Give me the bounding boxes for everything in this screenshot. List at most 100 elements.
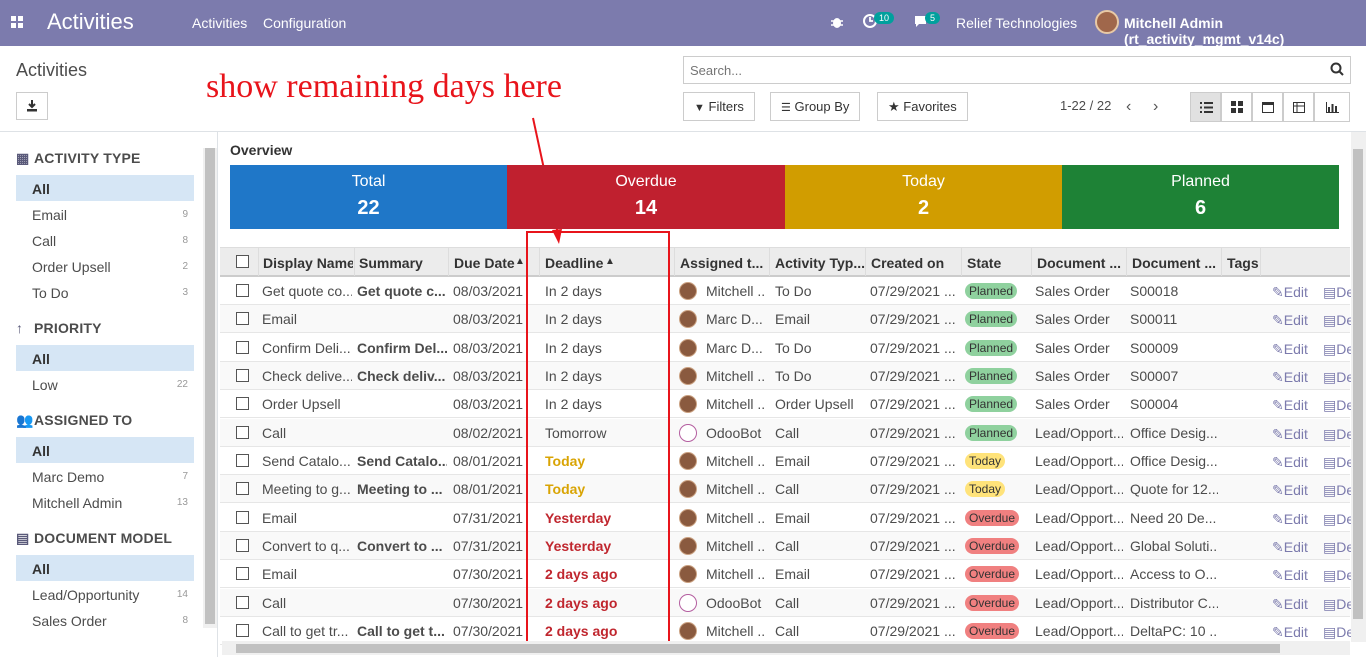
user-menu[interactable]: Mitchell Admin (rt_activity_mgmt_v14c) <box>1124 15 1366 47</box>
pivot-view-button[interactable] <box>1283 92 1314 122</box>
row-checkbox[interactable] <box>236 624 249 637</box>
table-row[interactable]: Email 07/30/2021 2 days ago Mitchell ... Ema… <box>220 560 1354 588</box>
card-overdue[interactable]: Overdue 14 <box>507 165 785 229</box>
edit-link[interactable]: ✎Edit <box>1272 482 1308 499</box>
document-link[interactable]: ▤De <box>1323 482 1354 499</box>
col-activity-type[interactable]: Activity Typ... <box>775 255 867 271</box>
edit-link[interactable]: ✎Edit <box>1272 511 1308 528</box>
table-row[interactable]: Call 08/02/2021 Tomorrow OdooBot Call 07/29/2… <box>220 419 1354 447</box>
col-created-on[interactable]: Created on <box>871 255 961 271</box>
col-document-model[interactable]: Document ... <box>1037 255 1123 271</box>
search-bar[interactable] <box>683 56 1351 84</box>
favorites-button[interactable]: ★ Favorites <box>877 92 968 121</box>
document-link[interactable]: ▤De <box>1323 312 1354 329</box>
bug-icon[interactable] <box>830 15 844 29</box>
table-row[interactable]: Email 07/31/2021 Yesterday Mitchell ... Emai… <box>220 504 1354 532</box>
col-tags[interactable]: Tags <box>1227 255 1267 271</box>
search-icon[interactable] <box>1330 62 1344 76</box>
table-row[interactable]: Send Catalo... Send Catalo... 08/01/2021 To… <box>220 447 1354 475</box>
pager-next-icon[interactable]: › <box>1153 98 1158 116</box>
menu-activities[interactable]: Activities <box>192 15 247 31</box>
table-row[interactable]: Order Upsell 08/03/2021 In 2 days Mitchell … <box>220 390 1354 418</box>
user-avatar[interactable] <box>1095 10 1119 34</box>
col-document-name[interactable]: Document ... <box>1132 255 1220 271</box>
col-state[interactable]: State <box>967 255 1027 271</box>
table-row[interactable]: Call 07/30/2021 2 days ago OdooBot Call 07/29… <box>220 589 1354 617</box>
list-horizontal-scrollbar-thumb[interactable] <box>236 644 1280 653</box>
app-name[interactable]: Activities <box>47 9 134 35</box>
company-switcher[interactable]: Relief Technologies <box>956 15 1077 31</box>
calendar-view-button[interactable] <box>1252 92 1283 122</box>
export-button[interactable] <box>16 92 48 120</box>
table-row[interactable]: Check delive... Check deliv... 08/03/2021 I… <box>220 362 1354 390</box>
filter-activity-call[interactable]: Call 8 <box>16 227 194 253</box>
row-checkbox[interactable] <box>236 539 249 552</box>
group-by-button[interactable]: ☰ Group By <box>770 92 861 121</box>
row-checkbox[interactable] <box>236 454 249 467</box>
filter-model-all[interactable]: All <box>16 555 194 581</box>
filter-priority-low[interactable]: Low 22 <box>16 371 194 397</box>
filter-model-lead[interactable]: Lead/Opportunity 14 <box>16 581 194 607</box>
edit-link[interactable]: ✎Edit <box>1272 426 1308 443</box>
table-row[interactable]: Confirm Deli... Confirm Del... 08/03/2021 I… <box>220 334 1354 362</box>
kanban-view-button[interactable] <box>1221 92 1252 122</box>
filter-priority-all[interactable]: All <box>16 345 194 371</box>
row-checkbox[interactable] <box>236 567 249 580</box>
document-link[interactable]: ▤De <box>1323 341 1354 358</box>
table-row[interactable]: Get quote co... Get quote c... 08/03/2021 I… <box>220 277 1354 305</box>
row-checkbox[interactable] <box>236 511 249 524</box>
edit-link[interactable]: ✎Edit <box>1272 454 1308 471</box>
select-all-checkbox[interactable] <box>236 255 249 268</box>
edit-link[interactable]: ✎Edit <box>1272 596 1308 613</box>
card-total[interactable]: Total 22 <box>230 165 507 229</box>
row-checkbox[interactable] <box>236 596 249 609</box>
apps-menu-icon[interactable] <box>11 16 23 28</box>
document-link[interactable]: ▤De <box>1323 284 1354 301</box>
document-link[interactable]: ▤De <box>1323 511 1354 528</box>
filter-activity-email[interactable]: Email 9 <box>16 201 194 227</box>
pager-previous-icon[interactable]: ‹ <box>1126 98 1131 116</box>
row-checkbox[interactable] <box>236 341 249 354</box>
table-row[interactable]: Convert to q... Convert to ... 07/31/2021 Y… <box>220 532 1354 560</box>
filter-activity-order-upsell[interactable]: Order Upsell 2 <box>16 253 194 279</box>
filter-model-sales-order[interactable]: Sales Order 8 <box>16 607 194 633</box>
sidebar-scrollbar-thumb[interactable] <box>205 148 215 624</box>
row-checkbox[interactable] <box>236 397 249 410</box>
row-checkbox[interactable] <box>236 369 249 382</box>
filter-activity-todo[interactable]: To Do 3 <box>16 279 194 305</box>
row-checkbox[interactable] <box>236 426 249 439</box>
row-checkbox[interactable] <box>236 312 249 325</box>
col-deadline[interactable]: Deadline <box>545 255 605 271</box>
document-link[interactable]: ▤De <box>1323 454 1354 471</box>
edit-link[interactable]: ✎Edit <box>1272 284 1308 301</box>
document-link[interactable]: ▤De <box>1323 426 1354 443</box>
table-row[interactable]: Meeting to g... Meeting to ... 08/01/2021 T… <box>220 475 1354 503</box>
search-input[interactable] <box>684 57 1304 83</box>
document-link[interactable]: ▤De <box>1323 567 1354 584</box>
list-vertical-scrollbar-thumb[interactable] <box>1353 149 1363 619</box>
document-link[interactable]: ▤De <box>1323 624 1354 641</box>
edit-link[interactable]: ✎Edit <box>1272 539 1308 556</box>
table-row[interactable]: Email 08/03/2021 In 2 days Marc D... Email 07… <box>220 305 1354 333</box>
col-assigned-to[interactable]: Assigned t... <box>680 255 770 271</box>
col-summary[interactable]: Summary <box>359 255 449 271</box>
edit-link[interactable]: ✎Edit <box>1272 624 1308 641</box>
document-link[interactable]: ▤De <box>1323 369 1354 386</box>
document-link[interactable]: ▤De <box>1323 539 1354 556</box>
edit-link[interactable]: ✎Edit <box>1272 567 1308 584</box>
filter-assigned-all[interactable]: All <box>16 437 194 463</box>
edit-link[interactable]: ✎Edit <box>1272 369 1308 386</box>
filter-assigned-mitchell[interactable]: Mitchell Admin 13 <box>16 489 194 515</box>
row-checkbox[interactable] <box>236 284 249 297</box>
menu-configuration[interactable]: Configuration <box>263 15 346 31</box>
edit-link[interactable]: ✎Edit <box>1272 397 1308 414</box>
filters-button[interactable]: ▼ Filters <box>683 92 755 121</box>
card-planned[interactable]: Planned 6 <box>1062 165 1339 229</box>
document-link[interactable]: ▤De <box>1323 596 1354 613</box>
list-view-button[interactable] <box>1190 92 1221 122</box>
card-today[interactable]: Today 2 <box>785 165 1062 229</box>
col-display-name[interactable]: Display Name <box>263 255 353 271</box>
filter-activity-all[interactable]: All <box>16 175 194 201</box>
edit-link[interactable]: ✎Edit <box>1272 312 1308 329</box>
filter-assigned-marc[interactable]: Marc Demo 7 <box>16 463 194 489</box>
